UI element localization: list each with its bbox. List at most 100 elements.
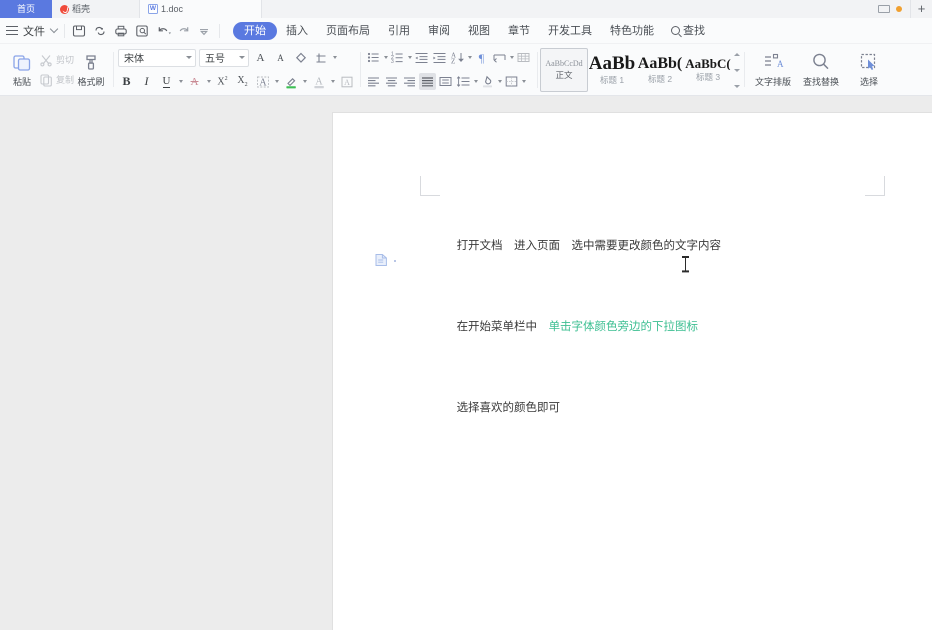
chevron-down-icon[interactable] <box>49 24 59 34</box>
chevron-down-icon[interactable] <box>468 56 473 59</box>
text-layout-button[interactable]: A 文字排版 <box>749 46 797 94</box>
merge-cells-icon[interactable] <box>491 49 508 66</box>
style-heading-3[interactable]: AaBbC( 标题 3 <box>684 48 732 92</box>
styles-gallery-scroll <box>732 50 741 90</box>
underline-button[interactable]: U <box>158 73 175 90</box>
tab-home[interactable]: 首页 <box>0 0 52 18</box>
align-center-icon[interactable] <box>383 73 400 90</box>
chevron-down-icon[interactable] <box>384 56 389 59</box>
paste-options-icon[interactable] <box>375 253 388 267</box>
ribbon-tab-references[interactable]: 引用 <box>379 22 419 40</box>
clear-format-icon[interactable] <box>292 49 309 66</box>
save-icon[interactable] <box>72 24 86 38</box>
scroll-down-icon[interactable] <box>733 66 741 74</box>
chevron-down-icon[interactable] <box>333 56 338 59</box>
font-row-2: B I U A X2 X2 A A A <box>118 72 355 92</box>
chevron-down-icon[interactable] <box>179 80 184 83</box>
font-name-combobox[interactable]: 宋体 <box>118 48 197 67</box>
font-color-button[interactable]: A <box>310 73 327 90</box>
chevron-down-icon[interactable] <box>331 80 336 83</box>
chevron-down-icon[interactable] <box>408 56 413 59</box>
format-painter-button[interactable]: 格式刷 <box>74 46 108 94</box>
document-text-body[interactable]: 打开文档 进入页面 选中需要更改颜色的文字内容 在开始菜单栏中 单击字体颜色旁边… <box>420 205 885 448</box>
char-shading-icon[interactable]: A <box>338 73 355 90</box>
ribbon-tab-view[interactable]: 视图 <box>459 22 499 40</box>
numbered-list-icon[interactable]: 123 <box>389 49 406 66</box>
redo-icon[interactable] <box>177 24 191 38</box>
style-body[interactable]: AaBbCcDd 正文 <box>540 48 589 92</box>
find-replace-icon <box>810 51 832 73</box>
new-tab-button[interactable]: + <box>910 0 932 18</box>
chevron-down-icon[interactable] <box>498 80 503 83</box>
style-heading-1[interactable]: AaBb 标题 1 <box>588 48 636 92</box>
decrease-indent-icon[interactable] <box>413 49 430 66</box>
shrink-font-button[interactable]: A <box>272 49 289 66</box>
select-objects-button[interactable]: 选择 <box>845 46 893 94</box>
subscript-button[interactable]: X2 <box>234 73 251 90</box>
italic-label: I <box>144 74 149 88</box>
tab-document-1doc[interactable]: W 1.doc <box>140 0 262 18</box>
char-border-button[interactable]: A <box>254 73 271 90</box>
chevron-down-icon[interactable] <box>303 80 308 83</box>
align-right-icon[interactable] <box>401 73 418 90</box>
table-grid-icon[interactable] <box>515 49 532 66</box>
ribbon-tab-find[interactable]: 查找 <box>663 22 713 40</box>
sort-icon[interactable]: AZ <box>449 49 466 66</box>
cut-button[interactable]: 剪切 <box>39 51 74 68</box>
paste-button[interactable]: 粘贴 <box>5 46 39 94</box>
strikethrough-button[interactable]: A <box>186 73 203 90</box>
chevron-down-icon[interactable] <box>510 56 515 59</box>
docer-icon <box>60 4 69 14</box>
styles-more-icon[interactable] <box>733 82 741 90</box>
ribbon-tab-page-layout[interactable]: 页面布局 <box>317 22 379 40</box>
chevron-down-icon[interactable] <box>522 80 527 83</box>
bold-label: B <box>122 74 131 88</box>
line-spacing-icon[interactable] <box>455 73 472 90</box>
highlight-color-button[interactable] <box>282 73 299 90</box>
increase-indent-icon[interactable] <box>431 49 448 66</box>
ribbon-tab-developer[interactable]: 开发工具 <box>539 22 601 40</box>
paste-options-caret[interactable] <box>394 260 396 262</box>
superscript-button[interactable]: X2 <box>214 73 231 90</box>
hamburger-menu-icon[interactable] <box>6 26 18 35</box>
pinyin-guide-icon[interactable] <box>312 49 329 66</box>
print-icon[interactable] <box>114 24 128 38</box>
borders-icon[interactable] <box>503 73 520 90</box>
align-justify-icon[interactable] <box>419 73 437 90</box>
document-workspace: 打开文档 进入页面 选中需要更改颜色的文字内容 在开始菜单栏中 单击字体颜色旁边… <box>0 96 932 630</box>
chevron-down-icon[interactable] <box>474 80 479 83</box>
font-size-combobox[interactable]: 五号 <box>199 48 250 67</box>
undo-icon[interactable] <box>156 24 171 38</box>
orange-status-dot[interactable] <box>896 6 902 12</box>
select-objects-label: 选择 <box>860 77 879 87</box>
document-page[interactable]: 打开文档 进入页面 选中需要更改颜色的文字内容 在开始菜单栏中 单击字体颜色旁边… <box>333 113 932 630</box>
show-formatting-marks-icon[interactable]: ¶ <box>473 49 490 66</box>
ribbon-tab-review[interactable]: 审阅 <box>419 22 459 40</box>
ribbon-tab-insert[interactable]: 插入 <box>277 22 317 40</box>
style-heading-2[interactable]: AaBb( 标题 2 <box>636 48 684 92</box>
distribute-text-icon[interactable] <box>437 73 454 90</box>
menu-divider <box>64 23 65 38</box>
customize-quick-access-icon[interactable] <box>198 24 212 38</box>
text-layout-label: 文字排版 <box>755 77 792 87</box>
ribbon-tab-start[interactable]: 开始 <box>233 21 277 40</box>
italic-button[interactable]: I <box>138 73 155 90</box>
monitor-icon[interactable] <box>878 4 890 14</box>
chevron-down-icon[interactable] <box>207 80 212 83</box>
paragraph-shading-icon[interactable] <box>479 73 496 90</box>
align-left-icon[interactable] <box>365 73 382 90</box>
file-menu-label[interactable]: 文件 <box>23 23 45 39</box>
find-replace-button[interactable]: 查找替换 <box>797 46 845 94</box>
ribbon-tab-features[interactable]: 特色功能 <box>601 22 663 40</box>
grow-font-button[interactable]: A <box>252 49 269 66</box>
chevron-down-icon[interactable] <box>275 80 280 83</box>
scroll-up-icon[interactable] <box>733 50 741 58</box>
tab-docer[interactable]: 稻壳 <box>52 0 140 18</box>
cloud-sync-icon[interactable] <box>93 24 107 38</box>
ribbon-tab-section[interactable]: 章节 <box>499 22 539 40</box>
bullet-list-icon[interactable] <box>365 49 382 66</box>
tab-home-label: 首页 <box>16 3 35 14</box>
print-preview-icon[interactable] <box>135 24 149 38</box>
copy-button[interactable]: 复制 <box>39 71 74 88</box>
bold-button[interactable]: B <box>118 73 135 90</box>
